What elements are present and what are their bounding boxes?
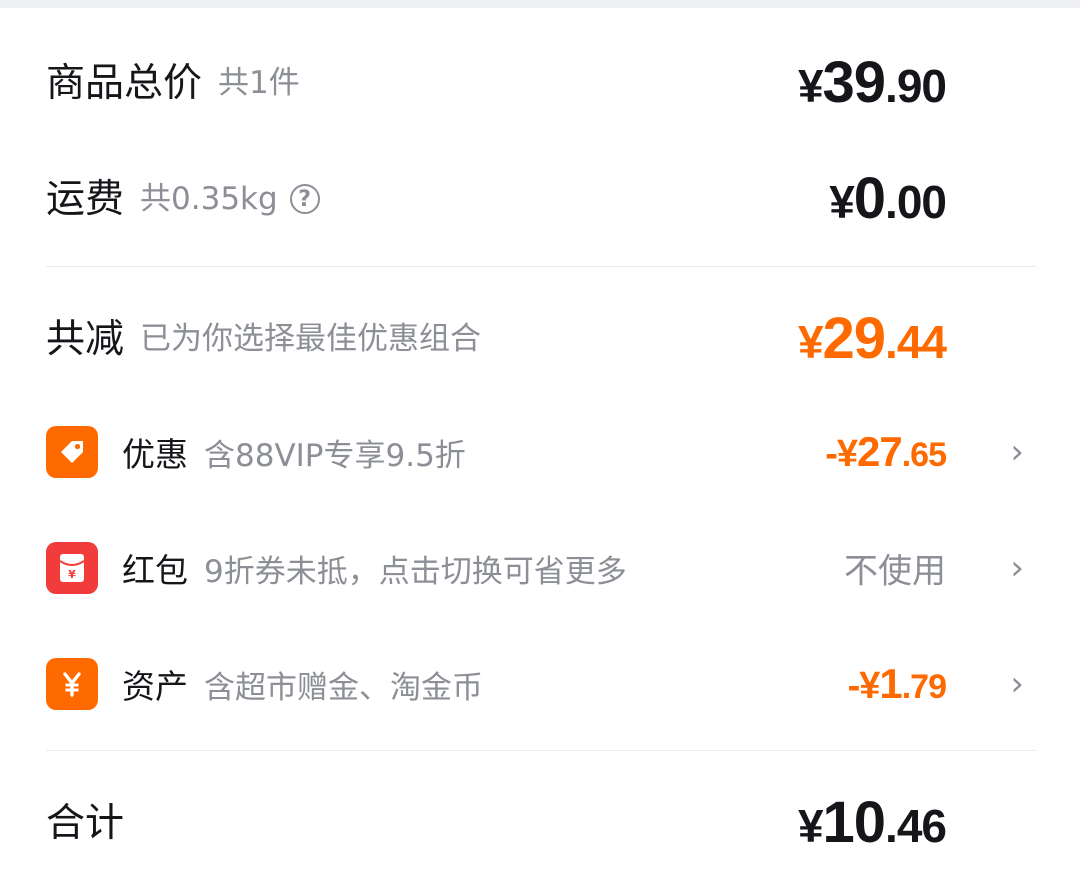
currency-symbol: ¥: [797, 316, 824, 368]
top-divider-bar: [0, 0, 1080, 8]
price-integer: 29: [822, 306, 887, 371]
red-envelope-status: 不使用: [844, 551, 946, 592]
svg-text:¥: ¥: [68, 568, 76, 581]
goods-total-row: 商品总价 共1件 ¥39.90: [46, 50, 1036, 116]
yen-icon: [46, 658, 98, 710]
reduction-row: 共减 已为你选择最佳优惠组合 ¥29.44: [46, 306, 1036, 372]
reduction-label: 共减: [46, 316, 125, 362]
discount-label: 优惠: [122, 435, 188, 474]
tag-icon: [46, 426, 98, 478]
goods-count: 共1件: [218, 64, 300, 101]
section-divider: [46, 750, 1036, 751]
reduction-desc: 已为你选择最佳优惠组合: [140, 320, 482, 357]
shipping-weight: 共0.35kg: [140, 180, 278, 217]
price-decimal: .90: [885, 60, 947, 112]
discount-row[interactable]: 优惠 含88VIP专享9.5折 -¥27.65 ›: [46, 422, 1036, 482]
grand-total-row: 合计 ¥10.46: [46, 790, 1036, 856]
currency-symbol: ¥: [829, 176, 855, 228]
price-decimal: .44: [885, 316, 947, 368]
help-icon[interactable]: ?: [289, 184, 320, 214]
minus-sign: -: [847, 665, 861, 707]
discount-desc: 含88VIP专享9.5折: [204, 437, 466, 474]
currency-symbol: ¥: [797, 800, 824, 852]
price-integer: 0: [853, 166, 886, 231]
price-decimal: .79: [901, 668, 947, 706]
assets-row[interactable]: 资产 含超市赠金、淘金币 -¥1.79 ›: [46, 654, 1036, 714]
red-envelope-label: 红包: [122, 551, 188, 590]
goods-total-label: 商品总价: [46, 60, 203, 106]
red-envelope-icon: ¥: [46, 542, 98, 594]
shipping-row: 运费 共0.35kg ? ¥0.00: [46, 166, 1036, 232]
grand-total-price: ¥10.46: [797, 794, 947, 852]
red-envelope-row[interactable]: ¥ 红包 9折券未抵，点击切换可省更多 不使用 ›: [46, 538, 1036, 598]
minus-sign: -: [825, 433, 838, 475]
chevron-right-icon: ›: [1010, 548, 1024, 588]
assets-desc: 含超市赠金、淘金币: [204, 669, 483, 706]
goods-total-price: ¥39.90: [797, 54, 947, 112]
price-integer: 39: [822, 50, 887, 115]
shipping-label: 运费: [46, 176, 125, 222]
price-decimal: .00: [885, 176, 947, 228]
price-integer: 27: [857, 428, 903, 475]
assets-price: -¥1.79: [847, 660, 947, 707]
price-decimal: .65: [901, 436, 947, 474]
red-envelope-desc: 9折券未抵，点击切换可省更多: [204, 553, 627, 590]
currency-symbol: ¥: [797, 60, 824, 112]
currency-symbol: ¥: [836, 433, 858, 475]
chevron-right-icon: ›: [1010, 432, 1024, 472]
chevron-right-icon: ›: [1010, 664, 1024, 704]
currency-symbol: ¥: [859, 665, 880, 707]
discount-price: -¥27.65: [825, 428, 947, 475]
price-decimal: .46: [885, 800, 947, 852]
shipping-price: ¥0.00: [829, 170, 947, 228]
assets-label: 资产: [122, 667, 188, 706]
reduction-price: ¥29.44: [797, 310, 947, 368]
price-summary-card: 商品总价 共1件 ¥39.90 运费 共0.35kg ? ¥0.00 共减 已为…: [0, 8, 1080, 885]
price-integer: 1: [879, 660, 902, 707]
price-integer: 10: [822, 790, 887, 855]
section-divider: [46, 266, 1036, 267]
grand-total-label: 合计: [46, 800, 125, 846]
